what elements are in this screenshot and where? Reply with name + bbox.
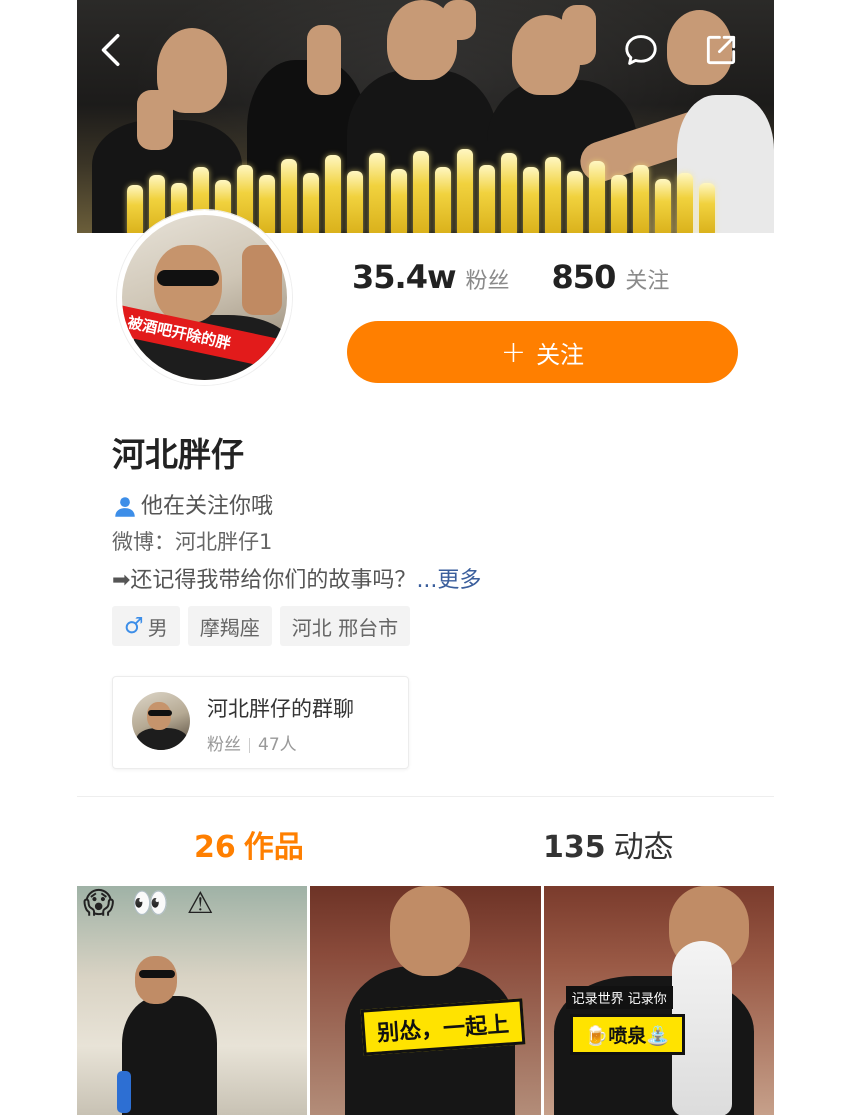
- sunglasses-decoration: [157, 270, 219, 286]
- group-title: 河北胖仔的群聊: [207, 697, 354, 721]
- following-label[interactable]: 关注: [625, 263, 669, 295]
- video-thumbnail[interactable]: 记录世界 记录你 🍺喷泉⛲: [543, 886, 774, 1115]
- share-button[interactable]: [699, 28, 743, 72]
- fans-count[interactable]: 35.4w: [352, 258, 457, 296]
- weibo-line: 微博：河北胖仔1: [112, 530, 273, 554]
- follow-button[interactable]: + 关注: [347, 321, 738, 383]
- video-thumbnail[interactable]: 别怂，一起上: [310, 886, 541, 1115]
- video-subcaption: 记录世界 记录你: [565, 986, 673, 1009]
- gender-tag: ♂ 男: [112, 606, 180, 646]
- follow-button-label: 关注: [536, 340, 585, 369]
- profile-avatar[interactable]: 被酒吧开除的胖: [117, 210, 292, 385]
- location-tag: 河北 邢台市: [279, 606, 411, 646]
- profile-tags: ♂ 男 摩羯座 河北 邢台市: [112, 606, 411, 646]
- back-button[interactable]: [91, 28, 135, 72]
- profile-page: 被酒吧开除的胖 35.4w 粉丝 850 关注 + 关注 河北胖仔 他在关注你哦…: [77, 0, 774, 1115]
- chat-bubble-icon: [625, 35, 657, 65]
- following-count[interactable]: 850: [552, 258, 617, 296]
- more-link[interactable]: ...更多: [416, 568, 481, 593]
- person-icon: [115, 497, 135, 517]
- gender-label: 男: [147, 615, 168, 640]
- section-divider: [77, 796, 774, 797]
- video-emoji-row: 😱 👀 ⚠: [83, 886, 218, 921]
- group-members: 47人: [258, 735, 297, 755]
- profile-stats: 35.4w 粉丝 850 关注: [352, 258, 711, 296]
- message-button[interactable]: [619, 28, 663, 72]
- video-grid: 😱 👀 ⚠ 别怂，一起上 记录世界 记录你 🍺喷泉⛲: [77, 886, 774, 1115]
- follows-you-text: 他在关注你哦: [141, 494, 274, 519]
- cover-photo: [77, 0, 774, 233]
- moments-label: 动态: [613, 830, 674, 865]
- group-role: 粉丝: [207, 735, 241, 755]
- moments-count: 135: [543, 830, 606, 865]
- share-out-icon: [706, 35, 736, 65]
- video-caption: 🍺喷泉⛲: [569, 1014, 685, 1055]
- plus-icon: +: [500, 334, 527, 370]
- bio-text: ➡还记得我带给你们的故事吗？: [112, 568, 417, 593]
- works-count: 26: [194, 830, 236, 865]
- tab-works[interactable]: 26 作品: [194, 822, 304, 866]
- tab-moments[interactable]: 135 动态: [543, 822, 674, 866]
- group-meta: 粉丝 47人: [207, 730, 297, 755]
- video-thumbnail[interactable]: 😱 👀 ⚠: [77, 886, 308, 1115]
- bio-line: ➡还记得我带给你们的故事吗？...更多: [112, 562, 481, 594]
- fans-label[interactable]: 粉丝: [466, 263, 510, 295]
- group-chat-card[interactable]: 河北胖仔的群聊 粉丝 47人: [112, 676, 409, 769]
- group-avatar: [132, 692, 190, 750]
- follows-you-line: 他在关注你哦: [112, 488, 273, 520]
- works-label: 作品: [243, 830, 304, 865]
- zodiac-tag: 摩羯座: [187, 606, 272, 646]
- profile-name: 河北胖仔: [112, 435, 244, 474]
- male-icon: ♂: [124, 613, 144, 639]
- chevron-left-icon: [101, 34, 120, 66]
